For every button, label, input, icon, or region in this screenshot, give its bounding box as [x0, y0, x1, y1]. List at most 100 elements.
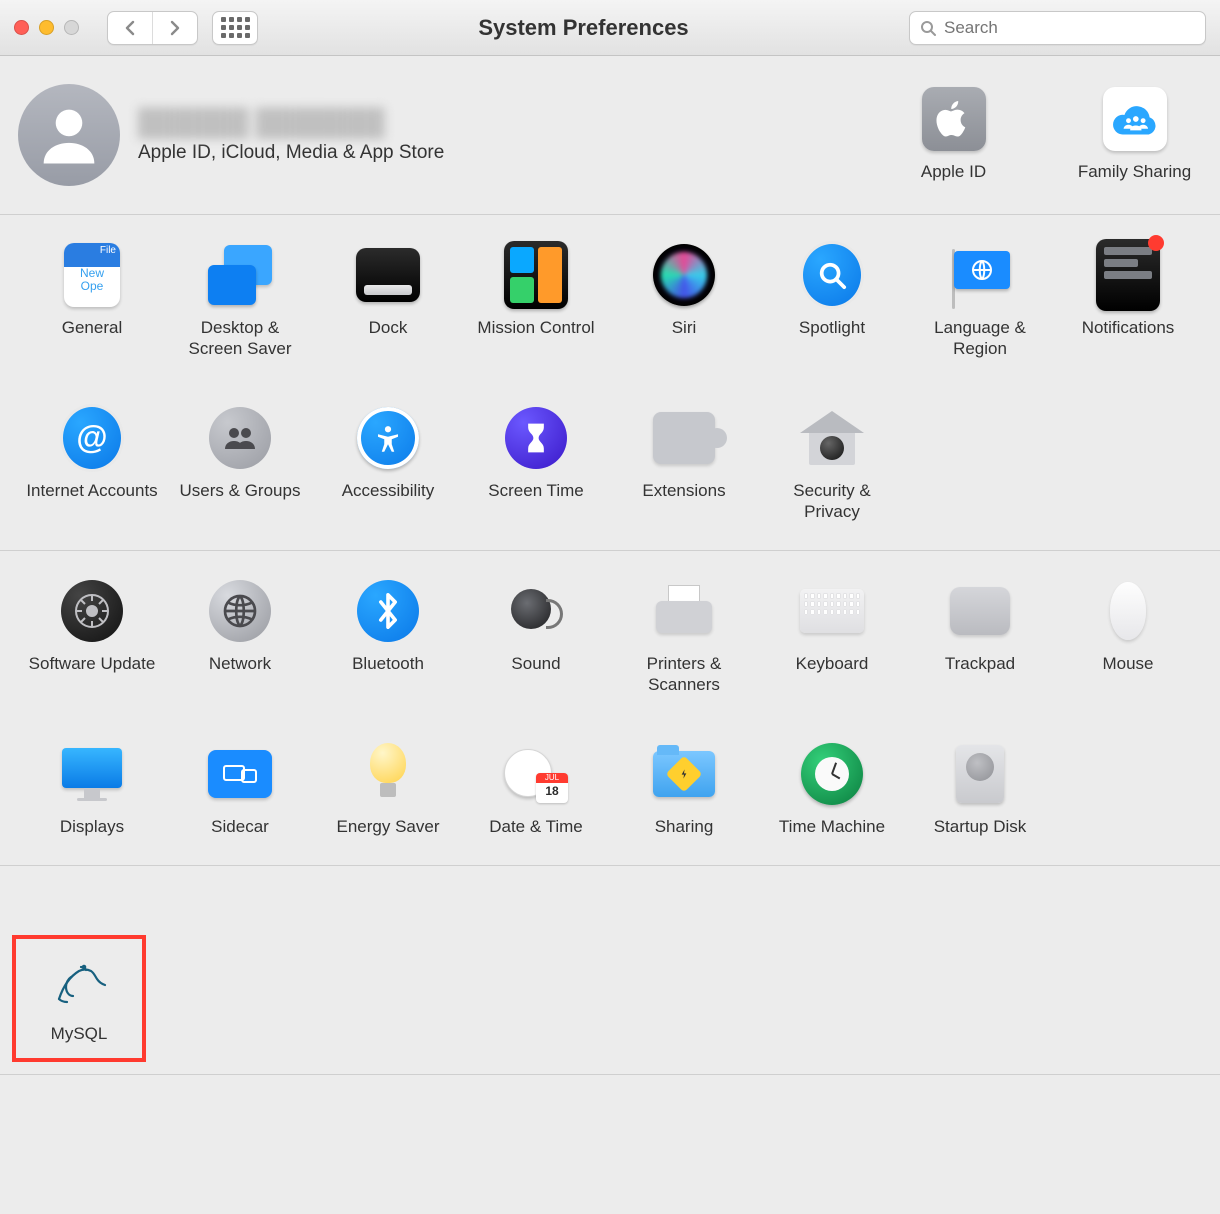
trackpad-label: Trackpad — [945, 653, 1015, 674]
general-icon: File NewOpe — [60, 243, 124, 307]
time-machine-label: Time Machine — [779, 816, 885, 837]
mission-control-icon — [504, 243, 568, 307]
energy-saver-icon — [356, 742, 420, 806]
pref-general[interactable]: File NewOpe General — [25, 243, 160, 360]
pref-sharing[interactable]: Sharing — [617, 742, 752, 837]
back-button[interactable] — [108, 12, 152, 44]
software-update-icon — [60, 579, 124, 643]
family-sharing-label: Family Sharing — [1078, 161, 1191, 182]
highlight-box: MySQL — [12, 935, 146, 1062]
general-label: General — [62, 317, 122, 338]
sharing-label: Sharing — [655, 816, 714, 837]
security-label: Security & Privacy — [765, 480, 900, 523]
screen-time-label: Screen Time — [488, 480, 583, 501]
window-title: System Preferences — [268, 15, 899, 41]
forward-button[interactable] — [152, 12, 197, 44]
users-groups-icon — [208, 406, 272, 470]
pref-language-region[interactable]: Language & Region — [913, 243, 1048, 360]
pref-mysql[interactable]: MySQL — [24, 949, 134, 1044]
pref-software-update[interactable]: Software Update — [25, 579, 160, 696]
pref-sidecar[interactable]: Sidecar — [173, 742, 308, 837]
trackpad-icon — [948, 579, 1012, 643]
pref-sound[interactable]: Sound — [469, 579, 604, 696]
apple-id-icon — [922, 87, 986, 151]
network-label: Network — [209, 653, 271, 674]
language-region-icon — [948, 243, 1012, 307]
pref-extensions[interactable]: Extensions — [617, 406, 752, 523]
pref-siri[interactable]: Siri — [617, 243, 752, 360]
mouse-label: Mouse — [1102, 653, 1153, 674]
pref-dock[interactable]: Dock — [321, 243, 456, 360]
pref-time-machine[interactable]: Time Machine — [765, 742, 900, 837]
mysql-icon — [47, 949, 111, 1013]
mission-control-label: Mission Control — [477, 317, 594, 338]
screen-time-icon — [504, 406, 568, 470]
pref-mouse[interactable]: Mouse — [1061, 579, 1196, 696]
zoom-button — [64, 20, 79, 35]
mysql-label: MySQL — [51, 1023, 108, 1044]
pref-trackpad[interactable]: Trackpad — [913, 579, 1048, 696]
displays-label: Displays — [60, 816, 124, 837]
displays-icon — [60, 742, 124, 806]
pref-family-sharing[interactable]: Family Sharing — [1067, 87, 1202, 182]
pref-security-privacy[interactable]: Security & Privacy — [765, 406, 900, 523]
desktop-screensaver-icon — [208, 243, 272, 307]
keyboard-icon — [800, 579, 864, 643]
pref-accessibility[interactable]: Accessibility — [321, 406, 456, 523]
extensions-icon — [652, 406, 716, 470]
notifications-icon — [1096, 243, 1160, 307]
pref-screen-time[interactable]: Screen Time — [469, 406, 604, 523]
pref-displays[interactable]: Displays — [25, 742, 160, 837]
search-input[interactable] — [942, 17, 1195, 39]
nav-buttons — [107, 11, 198, 45]
pref-mission-control[interactable]: Mission Control — [469, 243, 604, 360]
grid-icon — [221, 17, 250, 38]
pref-keyboard[interactable]: Keyboard — [765, 579, 900, 696]
avatar[interactable] — [18, 84, 120, 186]
printers-scanners-icon — [652, 579, 716, 643]
network-icon — [208, 579, 272, 643]
printers-label: Printers & Scanners — [617, 653, 752, 696]
energy-saver-label: Energy Saver — [337, 816, 440, 837]
bluetooth-icon — [356, 579, 420, 643]
sound-label: Sound — [511, 653, 560, 674]
pref-apple-id[interactable]: Apple ID — [886, 87, 1021, 182]
pref-notifications[interactable]: Notifications — [1061, 243, 1196, 360]
pref-desktop-screensaver[interactable]: Desktop & Screen Saver — [173, 243, 308, 360]
account-subtitle: Apple ID, iCloud, Media & App Store — [138, 142, 444, 164]
minimize-button[interactable] — [39, 20, 54, 35]
search-field[interactable] — [909, 11, 1206, 45]
users-groups-label: Users & Groups — [180, 480, 301, 501]
software-update-label: Software Update — [29, 653, 156, 674]
pref-internet-accounts[interactable]: @ Internet Accounts — [25, 406, 160, 523]
pref-bluetooth[interactable]: Bluetooth — [321, 579, 456, 696]
pref-date-time[interactable]: JUL18 Date & Time — [469, 742, 604, 837]
pref-energy-saver[interactable]: Energy Saver — [321, 742, 456, 837]
sound-icon — [504, 579, 568, 643]
close-button[interactable] — [14, 20, 29, 35]
search-icon — [920, 20, 936, 36]
desktop-label: Desktop & Screen Saver — [173, 317, 308, 360]
titlebar: System Preferences — [0, 0, 1220, 56]
startup-disk-label: Startup Disk — [934, 816, 1027, 837]
keyboard-label: Keyboard — [796, 653, 869, 674]
apple-id-label: Apple ID — [921, 161, 986, 182]
show-all-button[interactable] — [212, 11, 258, 45]
account-section: ██████ ███████ Apple ID, iCloud, Media &… — [0, 56, 1220, 215]
window-controls — [14, 20, 79, 35]
accessibility-label: Accessibility — [342, 480, 435, 501]
sharing-icon — [652, 742, 716, 806]
pref-spotlight[interactable]: Spotlight — [765, 243, 900, 360]
third-party-section: MySQL — [0, 866, 1220, 1075]
pref-startup-disk[interactable]: Startup Disk — [913, 742, 1048, 837]
pref-network[interactable]: Network — [173, 579, 308, 696]
pref-users-groups[interactable]: Users & Groups — [173, 406, 308, 523]
pref-printers-scanners[interactable]: Printers & Scanners — [617, 579, 752, 696]
extensions-label: Extensions — [642, 480, 725, 501]
family-sharing-icon — [1103, 87, 1167, 151]
account-name: ██████ ███████ — [138, 107, 444, 138]
account-text: ██████ ███████ Apple ID, iCloud, Media &… — [138, 107, 444, 164]
hardware-section: Software Update Network Bluetooth Sound … — [0, 551, 1220, 866]
mouse-icon — [1096, 579, 1160, 643]
language-label: Language & Region — [913, 317, 1048, 360]
